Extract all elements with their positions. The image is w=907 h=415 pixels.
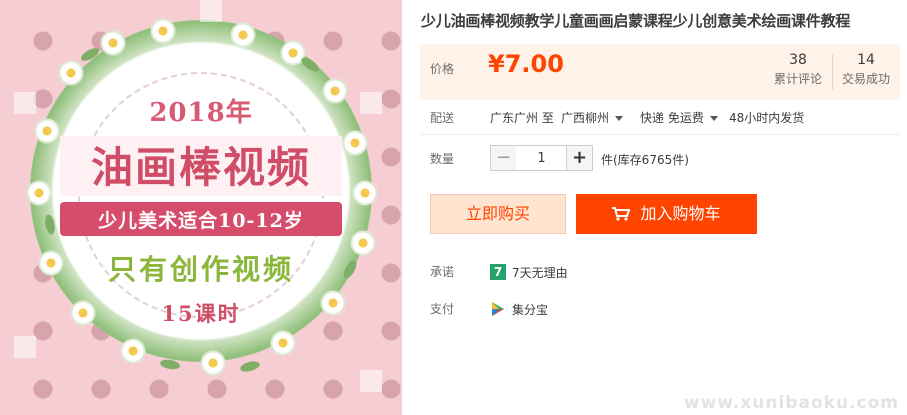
dispatch-time: 48小时内发货	[729, 111, 805, 125]
promise-row: 承诺	[430, 263, 454, 280]
image-subtitle-text: 只有创作视频	[107, 253, 294, 286]
quantity-input[interactable]	[516, 145, 567, 171]
cart-icon	[612, 207, 631, 221]
stat-divider	[832, 54, 833, 90]
payment-method-text[interactable]: 集分宝	[512, 301, 548, 318]
add-to-cart-button[interactable]: 加入购物车	[576, 194, 757, 234]
blur-patch	[14, 336, 36, 358]
flower-decoration	[270, 330, 296, 356]
delivery-row: 配送	[430, 109, 454, 126]
quantity-increase-button[interactable]: +	[566, 145, 593, 171]
stock-info: 件(库存6765件)	[601, 153, 689, 167]
image-ribbon-text: 少儿美术适合10-12岁	[98, 210, 304, 232]
shipping-method: 快递 免运费	[640, 111, 704, 125]
image-year-text: 2018年	[149, 98, 253, 128]
buy-now-button[interactable]: 立即购买	[430, 194, 566, 234]
quantity-label: 数量	[430, 152, 455, 166]
flower-decoration	[58, 60, 84, 86]
chevron-down-icon	[709, 116, 718, 121]
delivery-destination-select[interactable]: 广西柳州	[561, 109, 624, 126]
sales-count-label: 交易成功	[841, 72, 890, 86]
quantity-decrease-button[interactable]: −	[490, 145, 517, 171]
return-policy-text[interactable]: 7天无理由	[512, 264, 568, 281]
seven-day-return-icon: 7	[490, 264, 506, 280]
jifenbao-icon	[492, 302, 504, 316]
blur-patch	[200, 0, 222, 22]
shipping-select[interactable]: 快递 免运费	[640, 109, 718, 126]
flower-decoration	[120, 338, 146, 364]
promise-label: 承诺	[430, 265, 455, 279]
sales-count-value: 14	[857, 52, 875, 68]
payment-label: 支付	[430, 302, 455, 316]
product-title: 少儿油画棒视频教学儿童画画启蒙课程少儿创意美术绘画课件教程	[421, 12, 851, 30]
review-count-stat[interactable]: 38 累计评论	[769, 52, 827, 87]
product-image[interactable]: 2018年 油画棒视频 少儿美术适合10-12岁 只有创作视频 15课时	[0, 0, 402, 415]
price-label: 价格	[430, 62, 455, 76]
review-count-label: 累计评论	[773, 72, 822, 86]
add-to-cart-label: 加入购物车	[640, 204, 721, 223]
blur-patch	[360, 370, 382, 392]
image-title-text: 油画棒视频	[90, 143, 311, 192]
image-hours-text: 15课时	[161, 301, 241, 326]
flower-decoration	[100, 30, 126, 56]
delivery-destination: 广西柳州	[561, 111, 610, 125]
flower-decoration	[200, 350, 226, 376]
price-panel: 价格 ¥7.00 38 累计评论 14 交易成功	[420, 44, 900, 100]
payment-row: 支付	[430, 300, 454, 317]
flower-decoration	[230, 22, 256, 48]
divider	[420, 134, 900, 135]
price-value: ¥7.00	[488, 50, 564, 78]
quantity-row: 数量	[430, 150, 454, 167]
delivery-from: 广东广州 至	[490, 111, 554, 125]
sales-count-stat: 14 交易成功	[837, 52, 895, 87]
review-count-value: 38	[789, 52, 807, 68]
chevron-down-icon	[615, 116, 624, 121]
flower-decoration	[150, 18, 176, 44]
leaf-decoration	[239, 359, 261, 374]
site-watermark: www.xunibaoku.com	[683, 393, 899, 413]
delivery-label: 配送	[430, 111, 455, 125]
